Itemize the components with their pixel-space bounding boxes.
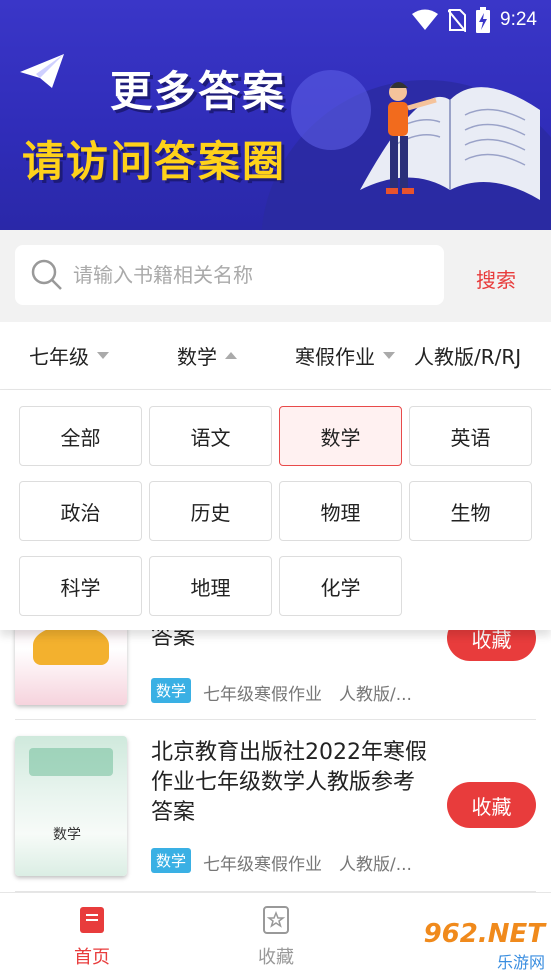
nav-label: 首页 [74,946,110,968]
book-reader-illustration [360,82,540,200]
nav-favorites[interactable]: 收藏 [216,893,336,979]
watermark-brand: 962.NET [423,919,545,949]
subject-chip-science[interactable]: 科学 [19,556,142,616]
paper-plane-icon [20,54,64,88]
cover-subject: 数学 [53,827,81,843]
banner-headline: 更多答案 [110,67,287,116]
nav-label: 收藏 [258,946,294,968]
subject-chip-english[interactable]: 英语 [409,406,532,466]
no-sim-icon [448,9,467,32]
wifi-icon [412,9,439,30]
filter-edition[interactable]: 人教版/R/RJ [414,322,551,389]
search-icon [31,259,62,290]
caret-down-icon [383,352,395,359]
subject-chip-history[interactable]: 历史 [149,481,272,541]
subject-chip-geography[interactable]: 地理 [149,556,272,616]
nav-home[interactable]: 首页 [32,893,152,979]
status-bar: 9:24 [412,6,537,34]
home-book-icon [80,906,104,933]
subject-chip-chinese[interactable]: 语文 [149,406,272,466]
bottom-nav: 首页 收藏 962.NET 乐游网 [0,892,551,979]
clock: 9:24 [500,9,537,30]
subject-tag: 数学 [151,848,192,873]
subject-chip-all[interactable]: 全部 [19,406,142,466]
filter-label: 数学 [177,345,217,369]
subject-chip-chemistry[interactable]: 化学 [279,556,402,616]
hero-banner[interactable]: 9:24 更多答案 请访问答案圈 [0,0,551,230]
caret-down-icon [97,352,109,359]
book-title: 北京教育出版社2022年寒假作业七年级数学人教版参考答案 [151,740,427,825]
subject-chip-biology[interactable]: 生物 [409,481,532,541]
caret-up-icon [225,352,237,359]
filter-type[interactable]: 寒假作业 [276,322,414,389]
search-section: 搜索 [0,230,551,322]
filter-bar: 七年级 数学 寒假作业 人教版/R/RJ [0,322,551,390]
subject-dropdown: 全部 语文 数学 英语 政治 历史 物理 生物 科学 地理 化学 [0,390,551,630]
filter-grade[interactable]: 七年级 [0,322,138,389]
filter-label: 七年级 [29,345,89,369]
search-input[interactable] [73,263,413,287]
favorite-button[interactable]: 收藏 [447,782,536,828]
cover-art [33,625,109,665]
search-button[interactable]: 搜索 [476,264,516,293]
star-box-icon [263,905,289,934]
cover-art [29,748,113,776]
site-watermark: 962.NET 乐游网 [424,919,545,973]
search-box[interactable] [15,245,444,305]
subject-chip-physics[interactable]: 物理 [279,481,402,541]
watermark-site: 乐游网 [496,953,545,972]
filter-subject[interactable]: 数学 [138,322,276,389]
filter-label: 寒假作业 [295,345,375,369]
subject-chip-politics[interactable]: 政治 [19,481,142,541]
subject-tag: 数学 [151,678,192,703]
book-meta: 七年级寒假作业 人教版/... [203,685,412,705]
battery-charging-icon [476,7,491,33]
banner-subline: 请访问答案圈 [22,137,287,186]
subject-chip-math[interactable]: 数学 [279,406,402,466]
filter-label: 人教版/R/RJ [414,345,522,369]
book-cover: 数学 [15,736,127,876]
book-meta: 七年级寒假作业 人教版/... [203,855,412,875]
list-item[interactable]: 数学 北京教育出版社2022年寒假作业七年级数学人教版参考答案 数学 七年级寒假… [15,720,536,892]
